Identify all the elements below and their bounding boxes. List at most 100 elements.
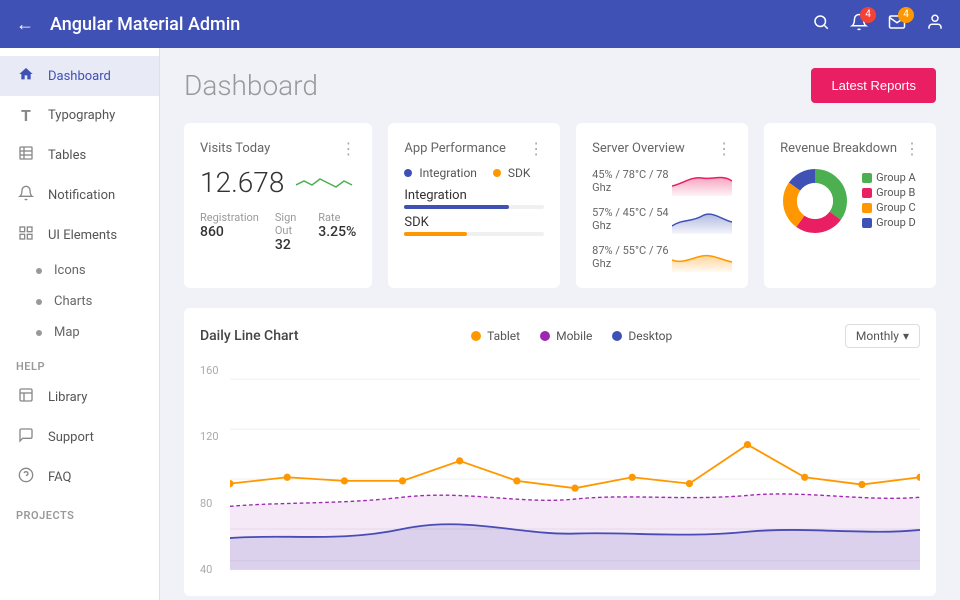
support-icon	[16, 427, 36, 447]
dot-icon	[36, 268, 42, 274]
visits-wave	[296, 171, 356, 195]
server-rows: 45% / 78°C / 78 Ghz 57% / 45°C / 54 Ghz	[592, 166, 732, 272]
visits-bottom: Registration 860 Sign Out 32 Rate 3.25%	[200, 211, 356, 253]
sidebar-item-tables[interactable]: Tables	[0, 135, 159, 175]
page-header: Dashboard Latest Reports	[184, 68, 936, 103]
group-d-label: Group D	[876, 216, 916, 229]
y-label-160: 160	[200, 364, 230, 377]
notification-icon	[16, 185, 36, 205]
mail-icon[interactable]: 4	[888, 13, 906, 36]
sdk-dot	[493, 169, 501, 177]
account-icon[interactable]	[926, 13, 944, 36]
visits-title: Visits Today	[200, 141, 270, 156]
legend-tablet: Tablet	[471, 329, 520, 343]
desktop-dot	[612, 331, 622, 341]
registration-value: 860	[200, 224, 224, 240]
sidebar-item-faq[interactable]: FAQ	[0, 457, 159, 497]
home-icon	[16, 66, 36, 86]
tablet-label: Tablet	[487, 329, 520, 343]
monthly-label: Monthly	[856, 329, 899, 343]
chart-area: 160 120 80 40	[200, 360, 920, 580]
notifications-icon[interactable]: 4	[850, 13, 868, 36]
chart-title: Daily Line Chart	[200, 328, 298, 344]
library-icon	[16, 387, 36, 407]
mobile-dot	[540, 331, 550, 341]
rate-label: Rate	[318, 211, 356, 224]
server-card-header: Server Overview ⋮	[592, 139, 732, 158]
server-menu[interactable]: ⋮	[716, 139, 732, 158]
integration-bar-fill	[404, 205, 509, 209]
donut-chart	[780, 166, 850, 236]
line-chart-svg	[230, 360, 920, 580]
visits-number-row: 12.678	[200, 166, 356, 199]
group-b-label: Group B	[876, 186, 915, 199]
sdk-bar-group: SDK	[404, 215, 544, 236]
sidebar-sub-item-map[interactable]: Map	[0, 317, 159, 348]
signout-value: 32	[275, 237, 291, 253]
legend-group-c: Group C	[862, 201, 916, 214]
mail-badge: 4	[898, 7, 914, 23]
group-c-color	[862, 203, 872, 213]
y-label-120: 120	[200, 430, 230, 443]
performance-menu[interactable]: ⋮	[528, 139, 544, 158]
donut-legend: Group A Group B Group C Group D	[862, 171, 916, 231]
monthly-dropdown[interactable]: Monthly ▾	[845, 324, 920, 348]
sidebar-sub-item-icons[interactable]: Icons	[0, 255, 159, 286]
group-b-color	[862, 188, 872, 198]
stats-row: Visits Today ⋮ 12.678 Registration 860 S	[184, 123, 936, 288]
performance-card: App Performance ⋮ Integration SDK Int	[388, 123, 560, 288]
sdk-legend: SDK	[493, 166, 531, 180]
sidebar-sub-item-charts[interactable]: Charts	[0, 286, 159, 317]
desktop-label: Desktop	[628, 329, 672, 343]
notifications-badge: 4	[860, 7, 876, 23]
sidebar-label-faq: FAQ	[48, 470, 71, 485]
integration-bar-group: Integration	[404, 188, 544, 209]
visits-card: Visits Today ⋮ 12.678 Registration 860 S	[184, 123, 372, 288]
sidebar-label-tables: Tables	[48, 148, 86, 163]
topbar-right: 4 4	[812, 13, 944, 36]
latest-reports-button[interactable]: Latest Reports	[811, 68, 936, 103]
sidebar-label-support: Support	[48, 430, 94, 445]
server-label-2: 57% / 45°C / 54 Ghz	[592, 206, 672, 232]
search-icon[interactable]	[812, 13, 830, 36]
y-label-80: 80	[200, 497, 230, 510]
server-row-3: 87% / 55°C / 76 Ghz	[592, 242, 732, 272]
sidebar-item-dashboard[interactable]: Dashboard	[0, 56, 159, 96]
perf-legend: Integration SDK	[404, 166, 544, 180]
faq-icon	[16, 467, 36, 487]
sidebar-item-notification[interactable]: Notification	[0, 175, 159, 215]
revenue-menu[interactable]: ⋮	[904, 139, 920, 158]
chevron-down-icon: ▾	[903, 329, 909, 343]
chart-legend: Tablet Mobile Desktop	[471, 329, 672, 343]
back-button[interactable]: ←	[16, 14, 34, 35]
server-sparkline-2	[672, 204, 732, 234]
legend-group-a: Group A	[862, 171, 916, 184]
server-row-2: 57% / 45°C / 54 Ghz	[592, 204, 732, 234]
projects-section-title: PROJECTS	[0, 497, 159, 526]
app-title: Angular Material Admin	[50, 14, 240, 35]
revenue-card: Revenue Breakdown ⋮	[764, 123, 936, 288]
help-section-title: HELP	[0, 348, 159, 377]
legend-group-b: Group B	[862, 186, 916, 199]
signout-label: Sign Out	[275, 211, 302, 237]
visits-menu[interactable]: ⋮	[340, 139, 356, 158]
visits-rate: Rate 3.25%	[318, 211, 356, 253]
mobile-label: Mobile	[556, 329, 592, 343]
integration-dot	[404, 169, 412, 177]
topbar-left: ← Angular Material Admin	[16, 14, 240, 35]
registration-label: Registration	[200, 211, 259, 224]
sdk-bar-fill	[404, 232, 467, 236]
tables-icon	[16, 145, 36, 165]
integration-bar-label: Integration	[404, 188, 544, 203]
server-sparkline-1	[672, 166, 732, 196]
legend-mobile: Mobile	[540, 329, 592, 343]
sdk-bar-track	[404, 232, 544, 236]
sidebar-item-typography[interactable]: T Typography	[0, 96, 159, 135]
integration-bar-track	[404, 205, 544, 209]
sidebar-item-library[interactable]: Library	[0, 377, 159, 417]
sidebar-item-ui-elements[interactable]: UI Elements	[0, 215, 159, 255]
server-label-1: 45% / 78°C / 78 Ghz	[592, 168, 672, 194]
server-title: Server Overview	[592, 141, 685, 156]
sidebar-item-support[interactable]: Support	[0, 417, 159, 457]
layout: Dashboard T Typography Tables Notificati…	[0, 48, 960, 600]
